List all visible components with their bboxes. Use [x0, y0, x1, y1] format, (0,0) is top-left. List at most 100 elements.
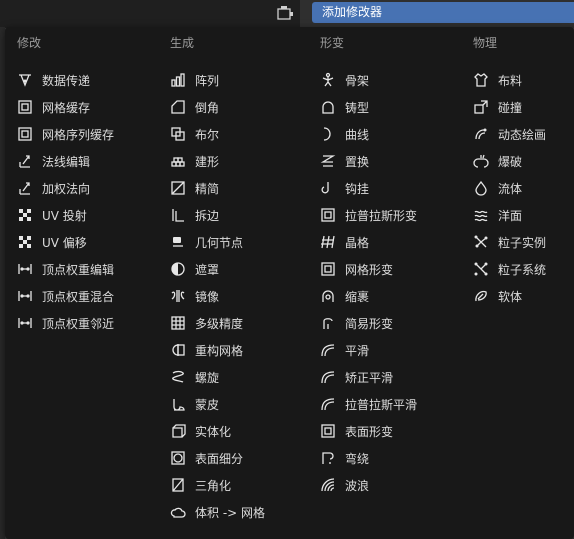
menu-item-label: 钩挂 — [345, 181, 370, 196]
menu-item[interactable]: 骨架 — [320, 69, 369, 91]
menu-item[interactable]: 动态绘画 — [473, 123, 546, 145]
menu-item[interactable]: 拉普拉斯平滑 — [320, 393, 417, 415]
menu-item-label: 平滑 — [345, 343, 370, 358]
menu-item-label: 动态绘画 — [498, 127, 547, 142]
wave-icon — [320, 477, 336, 493]
menu-item[interactable]: 遮罩 — [170, 258, 219, 280]
vertex-weight-edit-icon — [17, 261, 33, 277]
menu-item[interactable]: 三角化 — [170, 474, 231, 496]
menu-item[interactable]: 表面细分 — [170, 447, 243, 469]
menu-item-label: 三角化 — [195, 478, 232, 493]
laplacian-smooth-icon — [320, 396, 336, 412]
menu-item[interactable]: 曲线 — [320, 123, 369, 145]
menu-item-label: 碰撞 — [498, 100, 523, 115]
uv-warp-icon — [17, 234, 33, 250]
menu-item[interactable]: 螺旋 — [170, 366, 219, 388]
menu-item[interactable]: 简易形变 — [320, 312, 393, 334]
viewport-icon[interactable] — [276, 5, 294, 23]
menu-item[interactable]: 实体化 — [170, 420, 231, 442]
menu-item[interactable]: 布料 — [473, 69, 522, 91]
menu-item[interactable]: 网格序列缓存 — [17, 123, 114, 145]
menu-item-label: 拉普拉斯形变 — [345, 208, 418, 223]
boolean-icon — [170, 126, 186, 142]
cloth-icon — [473, 72, 489, 88]
menu-item[interactable]: 爆破 — [473, 150, 522, 172]
menu-item[interactable]: 法线编辑 — [17, 150, 90, 172]
add-modifier-menu: 修改数据传递网格缓存网格序列缓存 法线编辑加权法向 UV 投射 UV 偏移顶点权重编辑… — [5, 27, 574, 539]
menu-item[interactable]: 重构网格 — [170, 339, 243, 361]
menu-item[interactable]: 矫正平滑 — [320, 366, 393, 388]
mesh-sequence-cache-icon — [17, 126, 33, 142]
menu-item[interactable]: 加权法向 — [17, 177, 90, 199]
menu-item-label: 简易形变 — [345, 316, 394, 331]
menu-item[interactable]: 网格形变 — [320, 258, 393, 280]
menu-item[interactable]: 阵列 — [170, 69, 219, 91]
column-header: 生成 — [170, 36, 195, 50]
particle-system-icon — [473, 261, 489, 277]
menu-item[interactable]: UV 投射 — [17, 204, 87, 226]
menu-item[interactable]: 缩裹 — [320, 285, 369, 307]
menu-item-label: 拉普拉斯平滑 — [345, 397, 418, 412]
array-icon — [170, 72, 186, 88]
menu-item-label: 表面细分 — [195, 451, 244, 466]
menu-item[interactable]: 顶点权重混合 — [17, 285, 114, 307]
menu-item[interactable]: 粒子实例 — [473, 231, 546, 253]
mask-icon — [170, 261, 186, 277]
menu-item-label: 多级精度 — [195, 316, 244, 331]
subdivision-icon — [170, 450, 186, 466]
menu-item[interactable]: 碰撞 — [473, 96, 522, 118]
menu-item-label: 缩裹 — [345, 289, 370, 304]
menu-item[interactable]: UV 偏移 — [17, 231, 87, 253]
menu-item[interactable]: 布尔 — [170, 123, 219, 145]
menu-item[interactable]: 弯绕 — [320, 447, 369, 469]
menu-item[interactable]: 置换 — [320, 150, 369, 172]
column-header: 物理 — [473, 36, 498, 50]
data-transfer-icon — [17, 72, 33, 88]
uv-project-icon — [17, 207, 33, 223]
mesh-deform-icon — [320, 261, 336, 277]
surface-deform-icon — [320, 423, 336, 439]
menu-item[interactable]: 精简 — [170, 177, 219, 199]
menu-item[interactable]: 平滑 — [320, 339, 369, 361]
menu-item-label: 实体化 — [195, 424, 232, 439]
multires-icon — [170, 315, 186, 331]
solidify-icon — [170, 423, 186, 439]
menu-item[interactable]: 建形 — [170, 150, 219, 172]
add-modifier-button[interactable]: 添加修改器 — [312, 2, 574, 23]
column-header: 修改 — [17, 36, 42, 50]
menu-item[interactable]: 拆边 — [170, 204, 219, 226]
menu-item[interactable]: 顶点权重编辑 — [17, 258, 114, 280]
menu-item-label: 遮罩 — [195, 262, 220, 277]
menu-item-label: 镜像 — [195, 289, 220, 304]
menu-item-label: 螺旋 — [195, 370, 220, 385]
menu-item[interactable]: 拉普拉斯形变 — [320, 204, 417, 226]
menu-item[interactable]: 波浪 — [320, 474, 369, 496]
menu-item-label: 表面形变 — [345, 424, 394, 439]
decimate-icon — [170, 180, 186, 196]
menu-item-label: 粒子系统 — [498, 262, 547, 277]
menu-item[interactable]: 体积 -> 网格 — [170, 501, 265, 523]
menu-item[interactable]: 软体 — [473, 285, 522, 307]
menu-item[interactable]: 洋面 — [473, 204, 522, 226]
menu-item[interactable]: 顶点权重邻近 — [17, 312, 114, 334]
menu-item[interactable]: 网格缓存 — [17, 96, 90, 118]
menu-item[interactable]: 表面形变 — [320, 420, 393, 442]
menu-item[interactable]: 流体 — [473, 177, 522, 199]
menu-item-label: 洋面 — [498, 208, 523, 223]
laplacian-deform-icon — [320, 207, 336, 223]
menu-item-label: 骨架 — [345, 73, 370, 88]
normal-edit-icon — [17, 153, 33, 169]
menu-item[interactable]: 倒角 — [170, 96, 219, 118]
menu-item-label: 网格缓存 — [42, 100, 91, 115]
menu-item[interactable]: 钩挂 — [320, 177, 369, 199]
menu-item-label: 置换 — [345, 154, 370, 169]
menu-item[interactable]: 多级精度 — [170, 312, 243, 334]
menu-item[interactable]: 蒙皮 — [170, 393, 219, 415]
menu-item[interactable]: 粒子系统 — [473, 258, 546, 280]
menu-item[interactable]: 数据传递 — [17, 69, 90, 91]
menu-item[interactable]: 铸型 — [320, 96, 369, 118]
menu-item[interactable]: 几何节点 — [170, 231, 243, 253]
menu-item-label: 数据传递 — [42, 73, 91, 88]
menu-item[interactable]: 晶格 — [320, 231, 369, 253]
menu-item[interactable]: 镜像 — [170, 285, 219, 307]
